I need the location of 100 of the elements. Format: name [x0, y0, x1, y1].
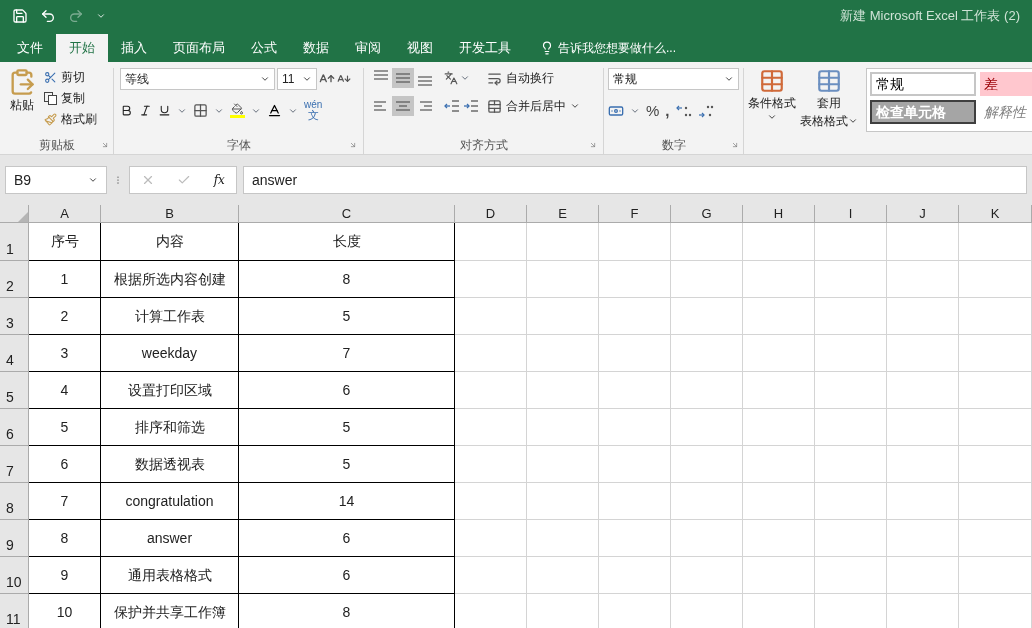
copy-button[interactable]: 复制	[44, 89, 97, 107]
empty-cell	[887, 335, 959, 372]
wrap-text-button[interactable]: 自动换行	[487, 68, 580, 88]
table-cell: 3	[29, 335, 101, 372]
table-cell: 1	[29, 261, 101, 298]
column-header[interactable]: D	[455, 205, 527, 222]
paste-button[interactable]: 粘贴	[4, 68, 40, 136]
table-cell: 5	[239, 298, 455, 335]
table-cell: 5	[29, 409, 101, 446]
row-header[interactable]: 4	[0, 335, 29, 372]
row-header[interactable]: 9	[0, 520, 29, 557]
ribbon-tab[interactable]: 开发工具	[446, 34, 524, 62]
italic-icon[interactable]	[139, 104, 152, 117]
font-color-icon[interactable]	[267, 103, 282, 118]
empty-cell	[671, 335, 743, 372]
column-header[interactable]: B	[101, 205, 239, 222]
dialog-launcher-icon[interactable]	[349, 141, 357, 149]
column-header[interactable]: G	[671, 205, 743, 222]
dropdown-caret-icon	[302, 74, 312, 84]
empty-cell	[527, 223, 599, 261]
column-header[interactable]: A	[29, 205, 101, 222]
dropdown-caret-icon[interactable]	[460, 73, 470, 83]
cell-style[interactable]: 常规	[870, 72, 976, 96]
decrease-decimal-icon[interactable]	[697, 104, 714, 119]
dropdown-caret-icon	[260, 74, 270, 84]
bold-icon[interactable]	[120, 104, 133, 117]
column-header[interactable]: C	[239, 205, 455, 222]
align-button[interactable]	[392, 96, 414, 116]
font-size-field[interactable]: 11	[277, 68, 317, 90]
row-header[interactable]: 11	[0, 594, 29, 628]
undo-icon[interactable]	[40, 8, 56, 24]
ribbon-tab[interactable]: 公式	[238, 34, 290, 62]
row-header[interactable]: 7	[0, 446, 29, 483]
dialog-launcher-icon[interactable]	[731, 141, 739, 149]
increase-indent-icon[interactable]	[463, 99, 479, 113]
ribbon-tab[interactable]: 开始	[56, 34, 108, 62]
tell-me-field[interactable]: 告诉我您想要做什么...	[558, 39, 676, 57]
column-header[interactable]: H	[743, 205, 815, 222]
name-box[interactable]: B9	[5, 166, 107, 194]
ribbon-tab[interactable]: 视图	[394, 34, 446, 62]
dialog-launcher-icon[interactable]	[101, 141, 109, 149]
wrap-text-icon	[487, 70, 502, 86]
ribbon-tab[interactable]: 数据	[290, 34, 342, 62]
underline-icon[interactable]	[158, 104, 171, 117]
merge-center-button[interactable]: 合并后居中	[487, 96, 580, 116]
column-header[interactable]: I	[815, 205, 887, 222]
row-header[interactable]: 2	[0, 261, 29, 298]
empty-cell	[527, 557, 599, 594]
empty-cell	[599, 261, 671, 298]
increase-decimal-icon[interactable]	[675, 104, 692, 119]
lines-icon	[374, 70, 388, 80]
empty-cell	[815, 409, 887, 446]
column-header[interactable]: E	[527, 205, 599, 222]
empty-cell	[527, 446, 599, 483]
ribbon-tab[interactable]: 审阅	[342, 34, 394, 62]
lines-icon	[396, 101, 410, 111]
insert-function-button[interactable]: fx	[213, 171, 225, 189]
cell-style[interactable]: 差	[980, 72, 1032, 96]
empty-cell	[815, 223, 887, 261]
ribbon-tab[interactable]: 文件	[4, 34, 56, 62]
decrease-indent-icon[interactable]	[444, 99, 460, 113]
vertical-align-button[interactable]	[392, 68, 414, 88]
cut-button[interactable]: 剪切	[44, 68, 97, 86]
empty-cell	[599, 520, 671, 557]
empty-cell	[887, 409, 959, 446]
fill-color-icon[interactable]	[230, 103, 245, 118]
save-icon[interactable]	[12, 8, 28, 24]
row-header[interactable]: 10	[0, 557, 29, 594]
empty-cell	[671, 446, 743, 483]
button-label: 条件格式	[748, 95, 796, 112]
phonetic-button[interactable]: wén 文	[304, 100, 323, 121]
row-header[interactable]: 3	[0, 298, 29, 335]
comma-button[interactable]: ,	[665, 100, 670, 123]
column-header[interactable]: J	[887, 205, 959, 222]
row-header[interactable]: 8	[0, 483, 29, 520]
row-header[interactable]: 1	[0, 223, 29, 261]
dialog-launcher-icon[interactable]	[589, 141, 597, 149]
format-as-table-button[interactable]: 套用 表格格式	[800, 68, 858, 154]
customize-toolbar-icon[interactable]	[96, 11, 106, 21]
empty-cell	[455, 261, 527, 298]
empty-cell	[743, 223, 815, 261]
empty-cell	[527, 261, 599, 298]
empty-cell	[599, 557, 671, 594]
ribbon-tab[interactable]: 页面布局	[160, 34, 238, 62]
row-header[interactable]: 5	[0, 372, 29, 409]
ribbon-tab[interactable]: 插入	[108, 34, 160, 62]
column-header[interactable]: F	[599, 205, 671, 222]
row-header[interactable]: 6	[0, 409, 29, 446]
percent-button[interactable]: %	[646, 100, 660, 123]
formula-input[interactable]: answer	[243, 166, 1027, 194]
orientation-icon[interactable]	[444, 71, 458, 85]
enter-icon[interactable]	[177, 173, 192, 187]
format-painter-button[interactable]: 格式刷	[44, 110, 97, 128]
borders-icon[interactable]	[193, 103, 208, 118]
table-cell: 7	[29, 483, 101, 520]
number-format-field[interactable]: 常规	[608, 68, 739, 90]
conditional-format-button[interactable]: 条件格式	[748, 68, 796, 154]
column-header[interactable]: K	[959, 205, 1032, 222]
dropdown-caret-icon	[88, 175, 98, 185]
font-name-field[interactable]: 等线	[120, 68, 275, 90]
